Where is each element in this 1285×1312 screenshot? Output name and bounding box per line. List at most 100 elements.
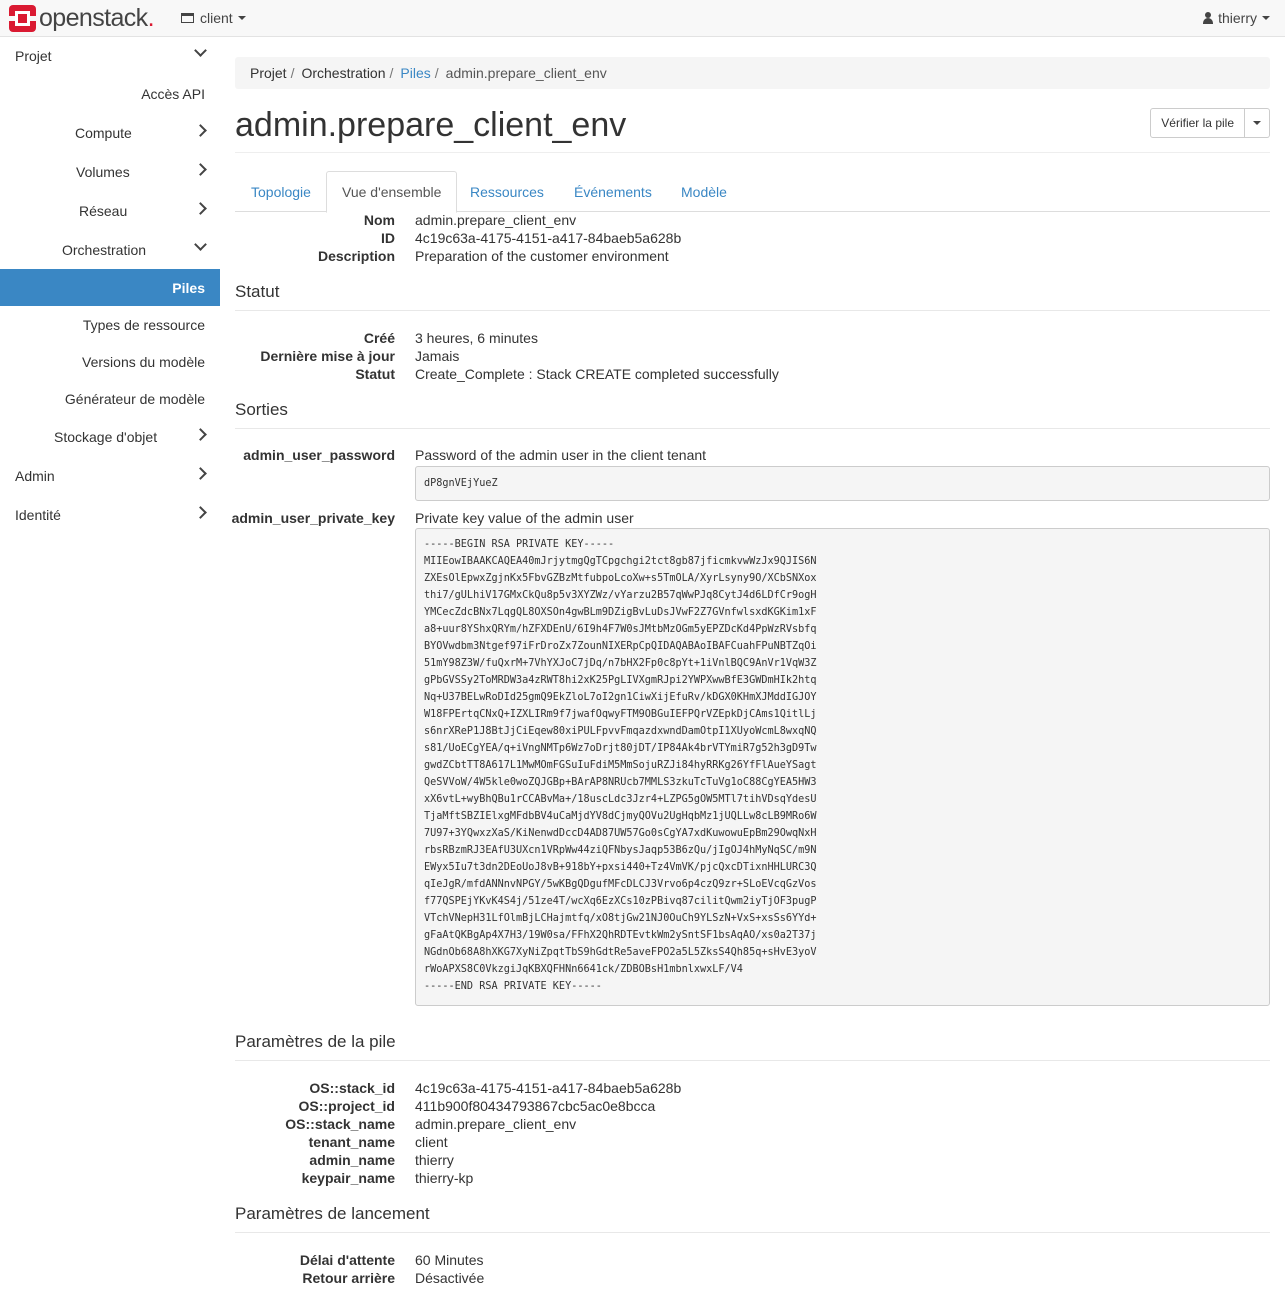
overview-row: ID 4c19c63a-4175-4151-a417-84baeb5a628b [235, 229, 1270, 247]
sidebar-item-label: Accès API [141, 85, 205, 102]
sidebar-item-acces-api[interactable]: Accès API [0, 75, 205, 112]
chevron-right-icon [194, 467, 207, 480]
chevron-right-icon [194, 428, 207, 441]
field-label: ID [381, 230, 395, 246]
field-value: 4c19c63a-4175-4151-a417-84baeb5a628b [415, 230, 682, 246]
field-label: OS::stack_name [285, 1116, 395, 1132]
sidebar-item-label: Types de ressource [82, 316, 205, 333]
chevron-right-icon [194, 163, 207, 176]
field-label: Retour arrière [302, 1270, 395, 1286]
output-description: Password of the admin user in the client… [415, 447, 707, 463]
section-heading-stack-params: Paramètres de la pile [235, 1032, 396, 1051]
breadcrumb-separator: / [290, 65, 295, 81]
divider [235, 1060, 1270, 1061]
status-row: Dernière mise à jour Jamais [235, 347, 1270, 365]
field-label: Statut [355, 366, 395, 382]
chevron-down-icon [1262, 16, 1270, 20]
sidebar-item-admin[interactable]: Admin [0, 457, 220, 494]
tab-bar: Topologie Vue d'ensemble Ressources Évén… [235, 171, 1270, 213]
param-row: Délai d'attente 60 Minutes [235, 1251, 1270, 1269]
field-value: 3 heures, 6 minutes [415, 330, 538, 346]
section-heading-sorties: Sorties [235, 400, 288, 419]
field-label: admin_name [309, 1152, 395, 1168]
param-row: OS::stack_name admin.prepare_client_env [235, 1115, 1270, 1133]
breadcrumb-item-projet: Projet [250, 65, 287, 81]
breadcrumb-current: admin.prepare_client_env [445, 65, 607, 81]
field-value: admin.prepare_client_env [415, 212, 577, 228]
sidebar-item-types-de-ressource[interactable]: Types de ressource [0, 306, 205, 343]
output-label: admin_user_private_key [231, 510, 395, 526]
tab-ressources[interactable]: Ressources [470, 171, 544, 212]
field-value: Jamais [415, 348, 460, 364]
field-value: Preparation of the customer environment [415, 248, 669, 264]
sidebar-item-label: Stockage d'objet [54, 428, 158, 445]
more-actions-dropdown[interactable] [1245, 108, 1270, 138]
field-value: 4c19c63a-4175-4151-a417-84baeb5a628b [415, 1080, 682, 1096]
param-row: tenant_name client [235, 1133, 1270, 1151]
chevron-down-icon [237, 16, 246, 20]
field-label: Dernière mise à jour [260, 348, 395, 364]
sidebar-item-label: Versions du modèle [82, 353, 205, 370]
field-label: Description [317, 248, 395, 264]
sidebar-item-identite[interactable]: Identité [0, 496, 220, 533]
divider [235, 152, 1270, 153]
tab-modele[interactable]: Modèle [681, 171, 727, 212]
param-row: OS::stack_id 4c19c63a-4175-4151-a417-84b… [235, 1079, 1270, 1097]
sidebar-item-orchestration[interactable]: Orchestration [0, 231, 220, 268]
field-label: OS::project_id [298, 1098, 395, 1114]
sidebar-item-label: Réseau [79, 202, 128, 219]
sidebar-item-label: Orchestration [62, 241, 147, 258]
field-label: Créé [363, 330, 395, 346]
sidebar-item-volumes[interactable]: Volumes [0, 153, 220, 190]
param-row: OS::project_id 411b900f80434793867cbc5ac… [235, 1097, 1270, 1115]
sidebar-item-compute[interactable]: Compute [0, 114, 220, 151]
project-switcher[interactable]: client [181, 10, 246, 26]
breadcrumb-link-piles[interactable]: Piles [400, 65, 430, 81]
sidebar-item-label: Compute [75, 124, 132, 141]
check-stack-button[interactable]: Vérifier la pile [1150, 108, 1245, 138]
breadcrumb: Projet / Orchestration / Piles / admin.prep… [235, 57, 1270, 89]
openstack-logo-icon [9, 4, 36, 32]
user-name: thierry [1218, 10, 1257, 26]
top-navbar: openstack. client thierry [0, 0, 1285, 37]
section-heading-launch-params: Paramètres de lancement [235, 1204, 430, 1223]
brand-dot: . [147, 3, 155, 32]
tab-evenements[interactable]: Événements [574, 171, 652, 212]
breadcrumb-item-orchestration: Orchestration [301, 65, 386, 81]
chevron-down-icon [1253, 121, 1261, 125]
chevron-right-icon [194, 202, 207, 215]
breadcrumb-separator: / [434, 65, 439, 81]
field-value: 411b900f80434793867cbc5ac0e8bcca [415, 1098, 656, 1114]
field-label: OS::stack_id [309, 1080, 395, 1096]
chevron-down-icon [194, 44, 207, 57]
user-menu[interactable]: thierry [1203, 10, 1270, 26]
divider [235, 1232, 1270, 1233]
field-value: admin.prepare_client_env [415, 1116, 577, 1132]
field-label: Délai d'attente [299, 1252, 395, 1268]
chevron-right-icon [194, 124, 207, 137]
brand-name: openstack [39, 4, 148, 32]
tab-vue-d-ensemble[interactable]: Vue d'ensemble [326, 171, 458, 213]
output-value-password[interactable]: dP8gnVEjYueZ [415, 466, 1270, 501]
param-row: keypair_name thierry-kp [235, 1169, 1270, 1187]
param-row: admin_name thierry [235, 1151, 1270, 1169]
sidebar-item-stockage-d-objet[interactable]: Stockage d'objet [0, 418, 220, 455]
output-value-private-key[interactable]: -----BEGIN RSA PRIVATE KEY----- MIIEowIB… [415, 528, 1270, 1006]
output-label: admin_user_password [243, 447, 395, 463]
sidebar-item-versions-du-modele[interactable]: Versions du modèle [0, 343, 205, 380]
sidebar-item-label: Piles [172, 279, 205, 296]
sidebar-item-generateur-de-modele[interactable]: Générateur de modèle [0, 380, 205, 417]
sidebar-item-label: Identité [15, 506, 61, 523]
sidebar-item-reseau[interactable]: Réseau [0, 192, 220, 229]
chevron-right-icon [194, 506, 207, 519]
divider [235, 310, 1270, 311]
section-heading-statut: Statut [235, 282, 280, 301]
tab-topologie[interactable]: Topologie [251, 171, 311, 212]
sidebar-item-label: Admin [15, 467, 55, 484]
sidebar-item-piles[interactable]: Piles [0, 269, 220, 306]
field-value: thierry-kp [415, 1170, 474, 1186]
openstack-logo[interactable]: openstack. [9, 3, 155, 32]
field-value: Désactivée [415, 1270, 485, 1286]
sidebar-item-label: Générateur de modèle [64, 390, 205, 407]
sidebar-item-projet[interactable]: Projet [0, 37, 220, 74]
